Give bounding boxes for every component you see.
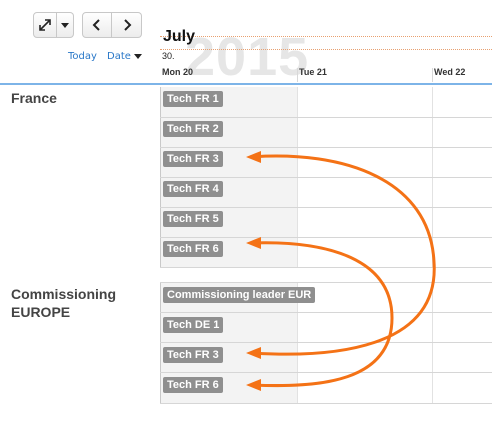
day-divider	[432, 68, 433, 82]
date-dropdown[interactable]: Date	[107, 51, 143, 62]
resource-tag[interactable]: Tech DE 1	[163, 317, 224, 333]
row-separator	[160, 147, 492, 148]
expand-arrows-icon	[39, 19, 51, 31]
day-label-tue: Tue 21	[299, 67, 327, 77]
resource-tag[interactable]: Tech FR 1	[163, 91, 223, 107]
resource-tag[interactable]: Tech FR 3	[163, 347, 223, 363]
resource-tag[interactable]: Tech FR 3	[163, 151, 223, 167]
resource-tag[interactable]: Commissioning leader EUR	[163, 287, 316, 303]
header-separator	[0, 83, 492, 85]
resource-tag[interactable]: Tech FR 2	[163, 121, 223, 137]
chevron-right-icon	[123, 19, 131, 31]
row-separator	[160, 282, 492, 283]
next-button[interactable]	[112, 12, 142, 38]
dotted-guide	[160, 36, 492, 37]
row-separator	[160, 207, 492, 208]
row-separator	[160, 267, 492, 268]
month-label: July	[163, 28, 196, 45]
group-label-france: France	[11, 90, 57, 106]
date-dropdown-label: Date	[107, 51, 131, 62]
expand-dropdown-group	[33, 12, 74, 38]
resource-tag[interactable]: Tech FR 5	[163, 211, 223, 227]
day-gridline	[432, 282, 433, 404]
resource-tag[interactable]: Tech FR 6	[163, 241, 223, 257]
expand-dropdown-toggle[interactable]	[57, 12, 74, 38]
row-separator	[160, 403, 492, 404]
day-label-mon: Mon 20	[162, 67, 194, 77]
chevron-left-icon	[92, 19, 100, 31]
day-divider	[297, 68, 298, 82]
group-label-commissioning-europe: Commissioning EUROPE	[11, 286, 117, 320]
today-link[interactable]: Today	[68, 51, 97, 62]
row-separator	[160, 117, 492, 118]
row-separator	[160, 237, 492, 238]
row-separator	[160, 177, 492, 178]
expand-button[interactable]	[33, 12, 57, 38]
row-separator	[160, 312, 492, 313]
resource-tag[interactable]: Tech FR 4	[163, 181, 223, 197]
caret-down-icon	[134, 53, 143, 59]
previous-button[interactable]	[82, 12, 112, 38]
week-number: 30.	[162, 51, 175, 61]
row-separator	[160, 372, 492, 373]
dotted-guide	[160, 49, 492, 50]
row-separator	[160, 342, 492, 343]
navigation-group	[82, 12, 142, 38]
caret-down-icon	[61, 22, 69, 28]
day-label-wed: Wed 22	[434, 67, 466, 77]
resource-tag[interactable]: Tech FR 6	[163, 377, 223, 393]
